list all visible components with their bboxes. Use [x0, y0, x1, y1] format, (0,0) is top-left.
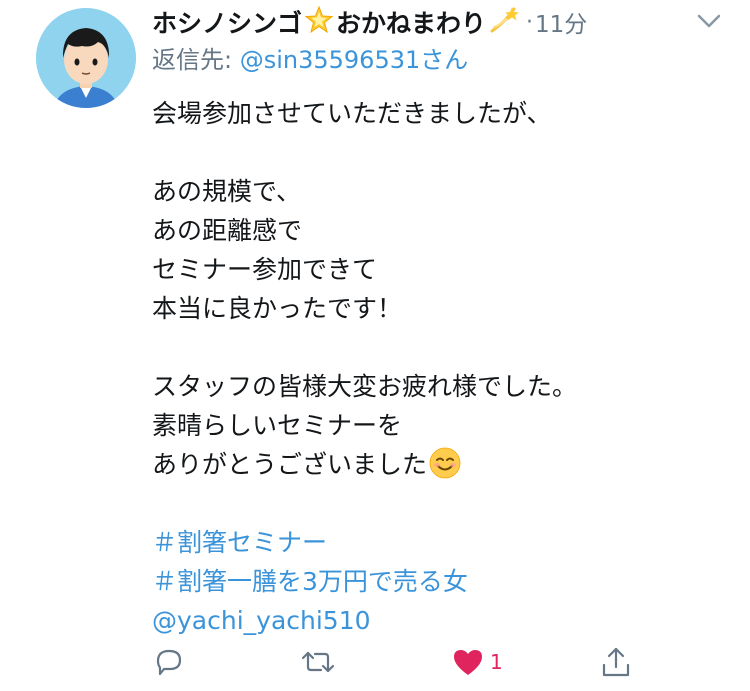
body-blank — [152, 328, 732, 367]
avatar[interactable] — [36, 8, 136, 108]
timestamp[interactable]: 11分 — [535, 5, 587, 39]
reply-to-mention[interactable]: @sin35596531さん — [240, 46, 469, 74]
body-line: 会場参加させていただきましたが、 — [152, 99, 552, 128]
display-name-suffix[interactable]: おかねまわり — [336, 4, 486, 40]
hashtag-link[interactable]: ＃割箸セミナー — [152, 523, 732, 562]
chevron-down-icon[interactable] — [696, 10, 722, 32]
body-line: セミナー参加できて — [152, 255, 378, 284]
separator-dot: · — [526, 9, 534, 35]
body-line: あの距離感で — [152, 216, 303, 245]
dizzy-icon — [488, 5, 520, 39]
retweet-icon — [300, 645, 336, 679]
heart-icon — [452, 647, 484, 677]
reply-prefix: 返信先: — [152, 46, 240, 74]
like-count: 1 — [490, 650, 503, 674]
share-button[interactable] — [600, 642, 632, 682]
body-line: 本当に良かったです！ — [152, 294, 403, 323]
like-button[interactable]: 1 — [452, 642, 503, 682]
mention-link[interactable]: @yachi_yachi510 — [152, 601, 732, 640]
retweet-button[interactable] — [300, 642, 336, 682]
glowing-star-icon — [304, 5, 334, 39]
tweet-header: ホシノシンゴ おかねまわり · 11分 — [152, 4, 587, 40]
body-line: 素晴らしいセミナーを — [152, 411, 403, 440]
display-name[interactable]: ホシノシンゴ — [152, 4, 302, 40]
body-blank — [152, 133, 732, 172]
smiling-face-icon — [429, 447, 461, 490]
body-line: あの規模で、 — [152, 177, 302, 206]
tweet[interactable]: ホシノシンゴ おかねまわり · 11分 返信先: @sin35596531さん … — [0, 0, 750, 691]
reply-button[interactable] — [152, 642, 186, 682]
hashtag-link[interactable]: ＃割箸一膳を3万円で売る女 — [152, 562, 732, 601]
reply-context: 返信先: @sin35596531さん — [152, 44, 468, 76]
body-line: スタッフの皆様大変お疲れ様でした。 — [152, 372, 578, 401]
reply-icon — [152, 645, 186, 679]
body-line-text: ありがとうございました — [152, 450, 428, 479]
tweet-body: 会場参加させていただきましたが、 あの規模で、 あの距離感で セミナー参加できて… — [152, 94, 732, 640]
action-bar: 1 — [152, 642, 652, 682]
share-icon — [600, 645, 632, 679]
body-line-with-emoji: ありがとうございました — [152, 445, 732, 484]
